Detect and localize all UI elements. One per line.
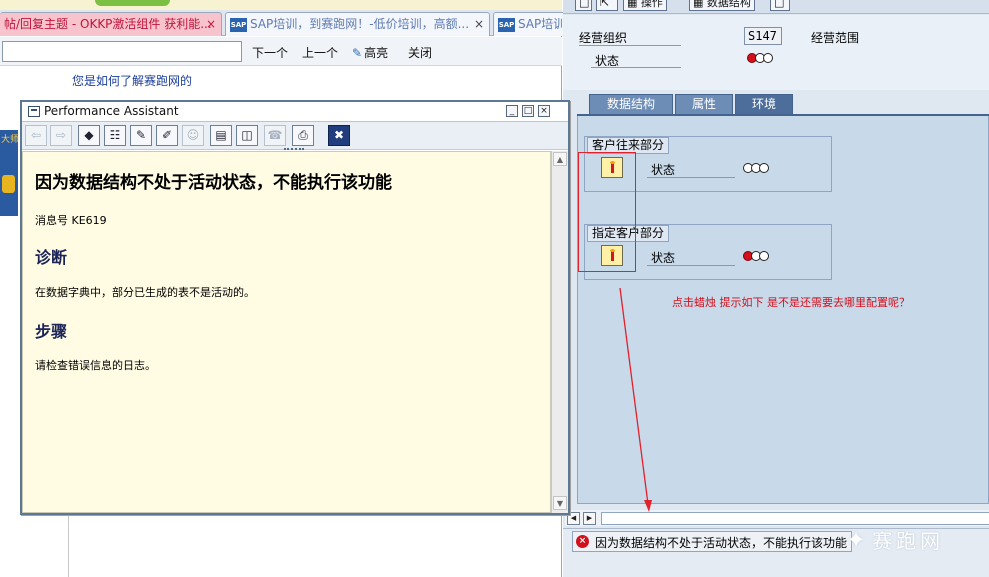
watermark-text: 赛跑网 [872, 529, 945, 553]
vertical-scrollbar[interactable]: ▲ ▼ [551, 151, 568, 513]
data-structure-label: 数据结构 [706, 0, 751, 9]
underline [579, 45, 681, 46]
tab-label: SAP培训，到赛跑网！-低价培训，高额... [250, 17, 470, 31]
error-heading: 因为数据结构不处于活动状态，不能执行该功能 [35, 173, 392, 193]
error-icon: × [576, 535, 589, 548]
sap-status-bar: × 因为数据结构不处于活动状态，不能执行该功能 ✦ 赛跑网 [563, 525, 989, 577]
tab-attributes[interactable]: 属性 [675, 94, 733, 114]
performance-assistant-window: Performance Assistant _ □ × ⇦ ⇨ ◆ ☷ ✎ ✐ … [20, 100, 570, 515]
data-structure-button[interactable]: ▦ 数据结构 [689, 0, 755, 11]
back-icon[interactable]: ⇦ [25, 125, 47, 146]
operations-button[interactable]: ▦ 操作 [623, 0, 667, 11]
sap-tabstrip: 数据结构 属性 环境 [577, 94, 989, 116]
side-banner: 大师 [0, 130, 20, 216]
diagnosis-text: 在数据字典中，部分已生成的表不是活动的。 [35, 286, 255, 299]
sap-application-toolbar: □ ⇱ ▦ 操作 ▦ 数据结构 □ [563, 0, 989, 14]
status-label: 状态 [651, 251, 676, 265]
browser-tab-bar: 帖/回复主题 - OKKP激活组件 获利能... × SAP SAP培训，到赛跑网… [0, 10, 573, 36]
underline [647, 177, 735, 178]
tab-data-structure[interactable]: 数据结构 [589, 94, 673, 114]
pa-content: 因为数据结构不处于活动状态，不能执行该功能 消息号 KE619 诊断 在数据字典… [22, 151, 551, 513]
find-prev-button[interactable]: 上一个 [302, 44, 338, 61]
info-icon[interactable]: □ [770, 0, 790, 11]
scroll-right-icon[interactable]: ▶ [583, 512, 596, 525]
sap-logo-icon: SAP [498, 17, 515, 32]
traffic-light-icon [747, 53, 775, 64]
window-settings-icon[interactable]: ◫ [236, 125, 258, 146]
sap-logo-icon: SAP [230, 17, 247, 32]
pa-toolbar: ⇦ ⇨ ◆ ☷ ✎ ✐ ☺ ▤ ◫ ☎ ⎙ ✖ [22, 122, 568, 150]
procedure-text: 请检查错误信息的日志。 [35, 359, 156, 372]
new-icon[interactable]: □ [575, 0, 592, 11]
document-icon[interactable]: ▤ [210, 125, 232, 146]
close-icon[interactable]: × [206, 13, 216, 35]
scroll-track[interactable] [601, 512, 989, 525]
org-value-field[interactable]: S147 [744, 27, 782, 45]
find-input[interactable] [2, 41, 242, 62]
pa-title: Performance Assistant [44, 104, 179, 118]
sap-header-area: 经营组织 S147 经营范围 状态 [563, 15, 989, 90]
browser-tab-sap-training-2[interactable]: SAP SAP培训 [493, 12, 573, 36]
highlight-button[interactable]: ✎ 高亮 [352, 44, 388, 61]
select-icon[interactable]: ⇱ [596, 0, 618, 11]
tab-label: 帖/回复主题 - OKKP激活组件 获利能... [4, 17, 212, 31]
technical-info-icon[interactable]: ◆ [78, 125, 100, 146]
scope-label: 经营范围 [811, 31, 860, 45]
scroll-down-icon[interactable]: ▼ [553, 496, 567, 510]
browser-top-decoration [0, 0, 562, 10]
forward-icon[interactable]: ⇨ [50, 125, 72, 146]
browser-tab-forum[interactable]: 帖/回复主题 - OKKP激活组件 获利能... × [0, 12, 222, 36]
find-next-button[interactable]: 下一个 [252, 44, 288, 61]
annotation-highlight-box [578, 152, 636, 272]
tab-label: SAP培训 [518, 17, 566, 31]
side-banner-label: 大师 [1, 135, 20, 145]
window-icon [28, 106, 40, 117]
minimize-icon[interactable]: _ [506, 105, 518, 117]
annotate-icon[interactable]: ✐ [156, 125, 178, 146]
structure-icon[interactable]: ☷ [104, 125, 126, 146]
close-help-icon[interactable]: ✖ [328, 125, 350, 146]
operations-label: 操作 [640, 0, 663, 9]
traffic-light-icon [743, 251, 771, 262]
edit-icon[interactable]: ✎ [130, 125, 152, 146]
underline [647, 265, 735, 266]
diagnosis-heading: 诊断 [35, 248, 68, 267]
help-link[interactable]: 您是如何了解赛跑网的 [72, 72, 192, 89]
procedure-heading: 步骤 [35, 322, 68, 341]
status-message-text: 因为数据结构不处于活动状态，不能执行该功能 [595, 536, 848, 550]
phone-icon[interactable]: ☎ [264, 125, 286, 146]
browser-tab-sap-training[interactable]: SAP SAP培训，到赛跑网！-低价培训，高额... × [225, 12, 490, 36]
scroll-up-icon[interactable]: ▲ [553, 152, 567, 166]
maximize-icon[interactable]: □ [522, 105, 534, 117]
find-bar: 下一个 上一个 ✎ 高亮 关闭 [0, 37, 562, 66]
annotation-text: 点击蜡烛 提示如下 是不是还需要去哪里配置呢？ [672, 296, 910, 309]
pa-title-bar[interactable]: Performance Assistant _ □ × [22, 102, 568, 122]
table-icon: ▦ [627, 0, 638, 9]
divider-line [68, 516, 69, 577]
horizontal-scrollbar[interactable]: ◀ ▶ [565, 510, 989, 526]
print-icon[interactable]: ⎙ [292, 125, 314, 146]
star-icon: ✦ [846, 526, 871, 554]
watermark: ✦ 赛跑网 [846, 525, 944, 554]
traffic-light-icon [743, 163, 771, 174]
tab-environment[interactable]: 环境 [735, 94, 793, 114]
table-icon: ▦ [693, 0, 704, 9]
status-message[interactable]: × 因为数据结构不处于活动状态，不能执行该功能 [572, 531, 852, 552]
status-label: 状态 [651, 163, 676, 177]
sap-tab-content: 客户往来部分 状态 指定客户部分 状态 点击蜡烛 提示如下 是不是还需要去哪里配… [577, 116, 989, 504]
close-icon[interactable]: × [538, 105, 550, 117]
underline [591, 67, 681, 68]
user-icon[interactable]: ☺ [182, 125, 204, 146]
find-close-button[interactable]: 关闭 [408, 44, 432, 61]
close-icon[interactable]: × [474, 13, 484, 35]
highlight-label: 高亮 [364, 46, 389, 60]
message-number: 消息号 KE619 [35, 214, 107, 227]
banner-icon [2, 175, 15, 193]
sap-gui-window: □ ⇱ ▦ 操作 ▦ 数据结构 □ 经营组织 S147 经营范围 状态 数据结构… [563, 0, 989, 577]
pencil-icon: ✎ [352, 46, 363, 60]
org-label: 经营组织 [579, 31, 628, 45]
